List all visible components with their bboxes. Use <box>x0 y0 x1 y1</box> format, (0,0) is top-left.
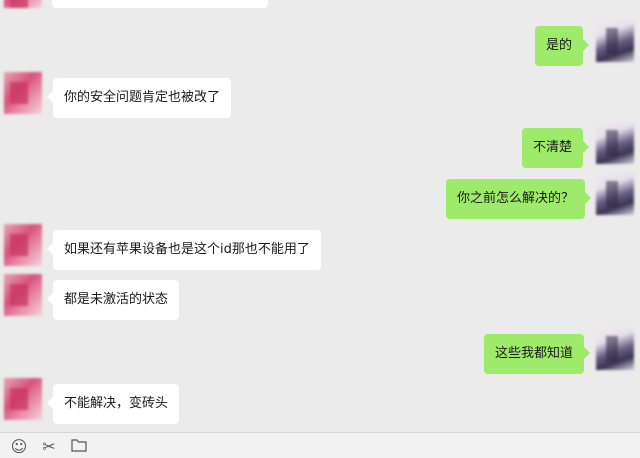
message-text: 是的 <box>546 38 573 53</box>
my-avatar[interactable] <box>596 173 634 215</box>
folder-icon[interactable] <box>70 438 88 456</box>
message-bubble-partial <box>52 0 268 8</box>
message-bubble-outgoing: 是的 <box>535 26 590 66</box>
message-text: 都是未激活的状态 <box>64 292 169 307</box>
message-bubble-incoming: 不能解决，变砖头 <box>46 384 180 424</box>
scissors-icon[interactable]: ✂ <box>40 438 58 456</box>
message-bubble-outgoing: 你之前怎么解决的？ <box>446 179 592 219</box>
my-avatar[interactable] <box>596 328 634 370</box>
message-text: 你之前怎么解决的？ <box>457 191 575 206</box>
message-text: 不清楚 <box>533 140 573 155</box>
input-toolbar: ☺ ✂ <box>0 432 640 458</box>
message-bubble-incoming: 都是未激活的状态 <box>46 280 180 320</box>
message-bubble-incoming: 你的安全问题肯定也被改了 <box>46 78 232 118</box>
my-avatar[interactable] <box>596 122 634 164</box>
contact-avatar[interactable] <box>4 72 42 114</box>
message-text: 你的安全问题肯定也被改了 <box>64 90 221 105</box>
contact-avatar[interactable] <box>4 378 42 420</box>
emoji-icon[interactable]: ☺ <box>10 438 28 456</box>
contact-avatar[interactable] <box>4 274 42 316</box>
contact-avatar[interactable] <box>4 224 42 266</box>
message-text: 如果还有苹果设备也是这个id那也不能用了 <box>64 242 310 257</box>
message-bubble-outgoing: 这些我都知道 <box>484 334 591 374</box>
message-bubble-incoming: 如果还有苹果设备也是这个id那也不能用了 <box>47 230 321 270</box>
contact-avatar[interactable] <box>4 0 42 8</box>
message-text: 不能解决，变砖头 <box>64 396 169 411</box>
message-bubble-outgoing: 不清楚 <box>522 128 590 168</box>
my-avatar[interactable] <box>596 20 634 62</box>
message-text: 这些我都知道 <box>495 346 574 361</box>
